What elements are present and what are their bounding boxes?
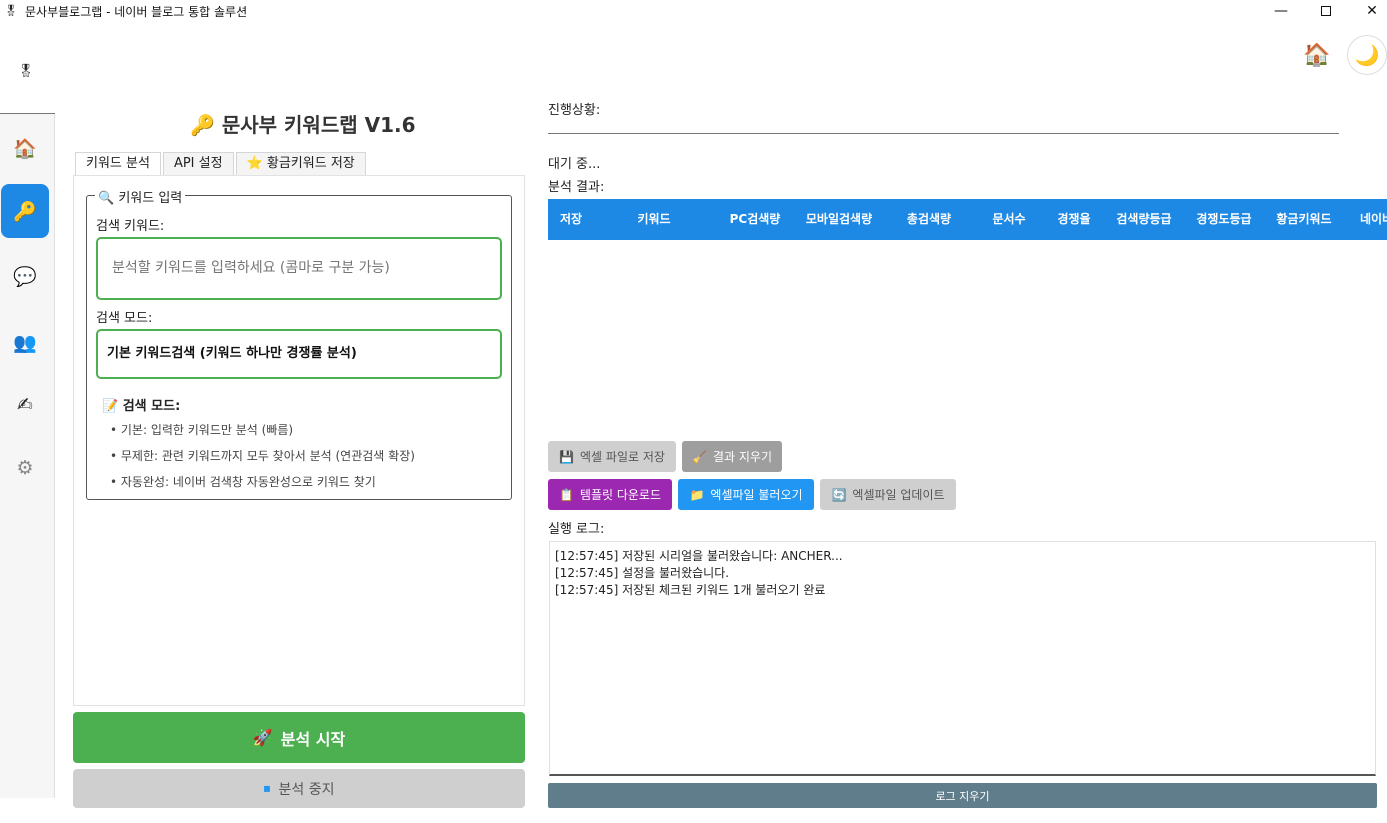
table-header: 저장 키워드 PC검색량 모바일검색량 총검색량 문서수 경쟁율 검색량등급 경…	[548, 199, 1387, 240]
tab-keyword-analysis[interactable]: 키워드 분석	[75, 152, 161, 175]
results-table[interactable]: 저장 키워드 PC검색량 모바일검색량 총검색량 문서수 경쟁율 검색량등급 경…	[548, 199, 1387, 429]
start-analysis-button[interactable]: 🚀 분석 시작	[73, 712, 525, 763]
template-download-button[interactable]: 📋 템플릿 다운로드	[548, 479, 672, 510]
keyword-analysis-panel: 🔍 키워드 입력 검색 키워드: 분석할 키워드를 입력하세요 (콤마로 구분 …	[73, 175, 525, 706]
column-header-total-volume[interactable]: 총검색량	[896, 199, 962, 240]
update-excel-label: 엑셀파일 업데이트	[852, 488, 945, 502]
save-excel-label: 엑셀 파일로 저장	[580, 450, 665, 464]
update-excel-button[interactable]: 🔄 엑셀파일 업데이트	[820, 479, 956, 510]
tab-api-settings[interactable]: API 설정	[162, 152, 234, 175]
sidebar-item-chat[interactable]: 💬	[1, 249, 49, 303]
log-line: [12:57:45] 설정을 불러왔습니다.	[555, 566, 730, 580]
clipboard-icon: 📋	[558, 487, 574, 502]
theme-toggle-button[interactable]: 🌙	[1347, 35, 1387, 75]
sidebar-item-users[interactable]: 👥	[1, 315, 49, 369]
log-label: 실행 로그:	[548, 522, 605, 537]
stop-analysis-label: 분석 중지	[278, 781, 335, 798]
maximize-icon	[1321, 6, 1331, 16]
home-icon[interactable]: 🏠	[1302, 41, 1332, 71]
status-text: 대기 중...	[548, 157, 601, 172]
column-header-naver[interactable]: 네이버	[1360, 199, 1387, 240]
column-header-mobile-volume[interactable]: 모바일검색량	[798, 199, 880, 240]
sidebar-item-home[interactable]: 🏠	[1, 121, 49, 175]
write-icon: ✍	[17, 394, 33, 416]
tab-golden-keywords[interactable]: ⭐ 황금키워드 저장	[235, 152, 366, 175]
refresh-icon: 🔄	[831, 487, 847, 502]
template-download-label: 템플릿 다운로드	[579, 488, 662, 502]
keyword-label: 검색 키워드:	[96, 219, 165, 234]
log-line: [12:57:45] 저장된 시리얼을 불러왔습니다: ANCHER...	[555, 549, 843, 563]
log-line: [12:57:45] 저장된 체크된 키워드 1개 불러오기 완료	[555, 583, 826, 597]
page-title: 🔑 문사부 키워드랩 V1.6	[190, 113, 416, 137]
save-excel-button[interactable]: 💾 엑셀 파일로 저장	[548, 441, 676, 472]
chat-icon: 💬	[13, 265, 37, 288]
tab-bar: 키워드 분석 API 설정 ⭐ 황금키워드 저장	[75, 152, 368, 175]
stop-analysis-button[interactable]: ⏹ 분석 중지	[73, 769, 525, 808]
search-mode-select[interactable]: 기본 키워드검색 (키워드 하나만 경쟁률 분석)	[96, 329, 502, 379]
broom-icon: 🧹	[692, 449, 707, 464]
minimize-button[interactable]: —	[1258, 0, 1304, 22]
execution-log[interactable]: [12:57:45] 저장된 시리얼을 불러왔습니다: ANCHER... [1…	[549, 541, 1376, 776]
column-header-competition-grade[interactable]: 경쟁도등급	[1188, 199, 1260, 240]
progress-label: 진행상황:	[548, 103, 601, 118]
start-analysis-label: 분석 시작	[280, 729, 346, 749]
maximize-button[interactable]	[1303, 0, 1349, 22]
clear-log-button[interactable]: 로그 지우기	[548, 783, 1377, 808]
save-icon: 💾	[559, 449, 575, 464]
title-bar: 🎖 문사부블로그랩 - 네이버 블로그 통합 솔루션 — ✕	[0, 0, 1387, 22]
mode-help-item: • 무제한: 관련 키워드까지 모두 찾아서 분석 (연관검색 확장)	[110, 449, 415, 463]
logo: 🎖	[17, 64, 35, 79]
users-icon: 👥	[13, 331, 37, 354]
moon-icon: 🌙	[1354, 43, 1380, 67]
close-button[interactable]: ✕	[1349, 0, 1387, 22]
sidebar-item-settings[interactable]: ⚙	[1, 441, 49, 495]
load-excel-label: 엑셀파일 불러오기	[710, 488, 803, 502]
keyword-input-group: 🔍 키워드 입력 검색 키워드: 분석할 키워드를 입력하세요 (콤마로 구분 …	[86, 187, 512, 500]
mode-help-title: 📝 검색 모드:	[102, 399, 181, 414]
load-excel-button[interactable]: 📁 엑셀파일 불러오기	[678, 479, 814, 510]
clear-results-label: 결과 지우기	[712, 450, 772, 464]
group-title: 🔍 키워드 입력	[95, 187, 186, 206]
app-icon: 🎖	[4, 4, 18, 17]
key-icon: 🔑	[13, 200, 37, 223]
progress-bar	[548, 133, 1339, 134]
column-header-golden-keyword[interactable]: 황금키워드	[1268, 199, 1340, 240]
mode-help-item: • 기본: 입력한 키워드만 분석 (빠름)	[110, 423, 294, 437]
column-header-pc-volume[interactable]: PC검색량	[720, 199, 790, 240]
sidebar-item-keyword[interactable]: 🔑	[1, 184, 49, 238]
sidebar: 🏠 🔑 💬 👥 ✍ ⚙	[0, 114, 55, 798]
column-header-doc-count[interactable]: 문서수	[980, 199, 1038, 240]
mode-help-item: • 자동완성: 네이버 검색창 자동완성으로 키워드 찾기	[110, 475, 376, 489]
folder-icon: 📁	[689, 487, 705, 502]
gear-icon: ⚙	[16, 457, 34, 479]
column-header-save[interactable]: 저장	[553, 199, 589, 240]
clear-results-button[interactable]: 🧹 결과 지우기	[682, 441, 782, 472]
results-label: 분석 결과:	[548, 180, 605, 195]
home-icon: 🏠	[13, 137, 37, 160]
column-header-volume-grade[interactable]: 검색량등급	[1108, 199, 1180, 240]
stop-icon: ⏹	[263, 780, 271, 797]
mode-label: 검색 모드:	[96, 311, 153, 326]
column-header-keyword[interactable]: 키워드	[618, 199, 690, 240]
window-title: 문사부블로그랩 - 네이버 블로그 통합 솔루션	[25, 5, 248, 19]
sidebar-item-write[interactable]: ✍	[1, 378, 49, 432]
keyword-input[interactable]: 분석할 키워드를 입력하세요 (콤마로 구분 가능)	[96, 237, 502, 300]
rocket-icon: 🚀	[252, 728, 273, 747]
column-header-competition[interactable]: 경쟁율	[1048, 199, 1100, 240]
